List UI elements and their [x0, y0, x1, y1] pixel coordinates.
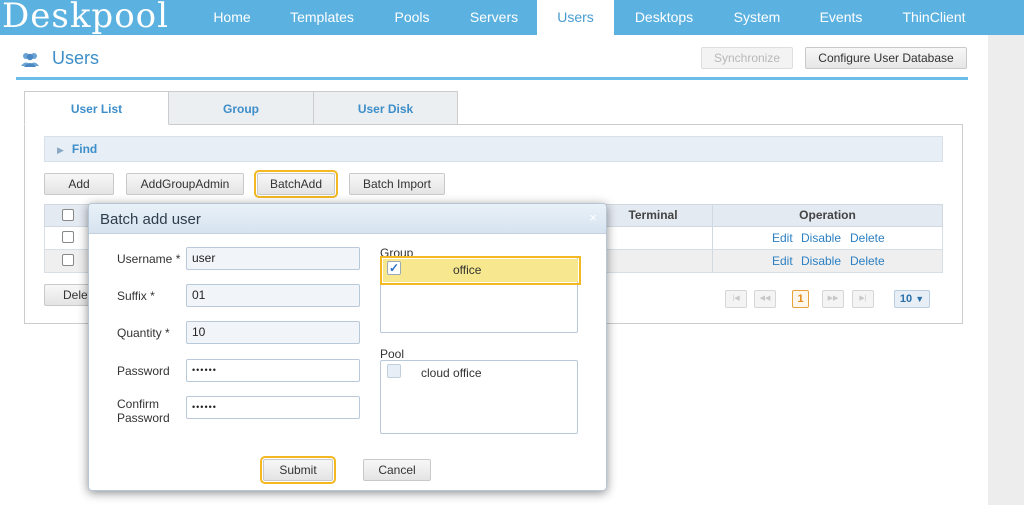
password-label: Password [117, 364, 170, 378]
suffix-label: Suffix * [117, 289, 155, 303]
nav-home[interactable]: Home [206, 0, 258, 35]
configure-user-database-button[interactable]: Configure User Database [805, 47, 967, 69]
quantity-field[interactable]: 10 [186, 321, 360, 344]
nav-desktops[interactable]: Desktops [624, 0, 704, 35]
row-checkbox[interactable] [62, 254, 74, 266]
column-divider [712, 227, 713, 249]
quantity-label: Quantity * [117, 326, 170, 340]
group-option-office[interactable]: ✓ office [380, 256, 581, 285]
synchronize-button[interactable]: Synchronize [701, 47, 793, 69]
last-page-icon[interactable]: ▶| [852, 290, 874, 308]
prev-page-icon[interactable]: ◀◀ [754, 290, 776, 308]
page-size-select[interactable]: 10 ▼ [894, 290, 930, 308]
select-all-checkbox[interactable] [62, 209, 74, 221]
pool-label: Pool [380, 347, 405, 361]
find-bar[interactable]: ▶ Find [44, 136, 943, 162]
submit-button[interactable]: Submit [260, 456, 336, 484]
add-button[interactable]: Add [44, 173, 114, 195]
chevron-down-icon: ▼ [915, 294, 925, 304]
group-list[interactable]: ✓ office [380, 256, 581, 333]
current-page[interactable]: 1 [792, 290, 809, 308]
confirm-password-field[interactable]: •••••• [186, 396, 360, 419]
dialog-title: Batch add user [100, 211, 201, 228]
username-field[interactable]: user [186, 247, 360, 270]
title-divider [16, 77, 968, 80]
app-logo: Deskpool [2, 0, 170, 36]
nav-users[interactable]: Users [537, 0, 614, 35]
unchecked-checkbox-icon[interactable] [387, 364, 401, 378]
required-mark: * [165, 326, 170, 340]
row-checkbox[interactable] [62, 231, 74, 243]
close-icon[interactable]: × [589, 210, 597, 225]
username-label: Username * [117, 252, 180, 266]
required-mark: * [150, 289, 155, 303]
terminal-header: Terminal [628, 208, 678, 222]
tab-user-list[interactable]: User List [24, 91, 169, 125]
nav-thinclient[interactable]: ThinClient [892, 0, 976, 35]
suffix-label-text: Suffix [117, 289, 147, 303]
expand-arrow-icon: ▶ [57, 145, 64, 155]
batch-add-button[interactable]: BatchAdd [254, 170, 338, 198]
first-page-icon[interactable]: |◀ [725, 290, 747, 308]
find-label: Find [71, 142, 98, 156]
checked-checkbox-icon[interactable]: ✓ [387, 261, 401, 275]
scroll-gutter [988, 35, 1024, 505]
next-page-icon[interactable]: ▶▶ [822, 290, 844, 308]
nav-events[interactable]: Events [810, 0, 872, 35]
nav-templates[interactable]: Templates [282, 0, 362, 35]
required-mark: * [175, 252, 181, 266]
delete-link[interactable]: Delete [850, 250, 885, 272]
disable-link[interactable]: Disable [801, 250, 841, 272]
page-size-value: 10 [899, 293, 913, 305]
dialog-header: Batch add user × [89, 204, 606, 234]
disable-link[interactable]: Disable [801, 227, 841, 249]
password-field[interactable]: •••••• [186, 359, 360, 382]
nav-system[interactable]: System [724, 0, 790, 35]
nav-servers[interactable]: Servers [461, 0, 527, 35]
delete-link[interactable]: Delete [850, 227, 885, 249]
tab-user-disk[interactable]: User Disk [313, 91, 458, 125]
column-divider [712, 250, 713, 272]
pool-list[interactable]: cloud office [380, 360, 578, 434]
nav-pools[interactable]: Pools [386, 0, 438, 35]
add-group-admin-button[interactable]: AddGroupAdmin [126, 173, 244, 195]
username-label-text: Username [117, 252, 173, 266]
operation-header: Operation [799, 208, 856, 222]
suffix-field[interactable]: 01 [186, 284, 360, 307]
confirm-password-label: Confirm Password [117, 397, 170, 425]
cancel-button[interactable]: Cancel [363, 459, 431, 481]
edit-link[interactable]: Edit [772, 227, 793, 249]
pool-option-label: cloud office [421, 366, 482, 380]
confirm-label-line1: Confirm [117, 397, 160, 411]
batch-add-dialog: Batch add user × Username * user Suffix … [88, 203, 607, 491]
confirm-label-line2: Password [117, 411, 170, 425]
quantity-label-text: Quantity [117, 326, 162, 340]
edit-link[interactable]: Edit [772, 250, 793, 272]
tab-group[interactable]: Group [168, 91, 314, 125]
users-icon [21, 53, 39, 67]
pool-option-cloud-office[interactable]: cloud office [383, 362, 578, 385]
top-nav: Deskpool Home Templates Pools Servers Us… [0, 0, 1024, 36]
group-option-label: office [453, 263, 482, 277]
page-title: Users [52, 48, 100, 68]
batch-import-button[interactable]: Batch Import [349, 173, 445, 195]
